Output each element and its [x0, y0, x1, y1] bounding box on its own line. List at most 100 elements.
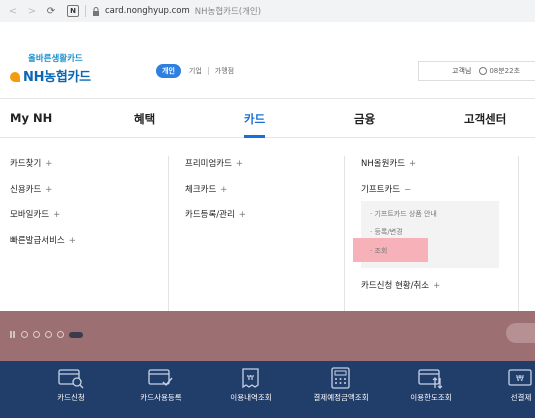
lock-icon [93, 6, 99, 16]
card-check-icon [148, 369, 173, 387]
plus-icon: + [45, 159, 53, 169]
quick-limit-inquiry[interactable]: 이용한도조회 [391, 367, 471, 403]
nav-active-indicator [244, 135, 265, 138]
plus-icon: + [409, 159, 417, 169]
slide-dot[interactable] [45, 331, 52, 338]
pause-icon[interactable] [10, 331, 15, 338]
plus-icon: + [68, 235, 76, 246]
tab-personal[interactable]: 개인 [156, 64, 181, 78]
quick-prepayment[interactable]: ₩ 선결제 [481, 367, 535, 403]
plus-icon: + [53, 210, 61, 220]
svg-text:₩: ₩ [516, 374, 524, 383]
site-header: 올바른생활카드 NH농협카드 개인 기업 가맹점 고객님 08분22초 [0, 44, 535, 94]
quick-label: 카드신청 [57, 393, 85, 402]
logo-brand: NH농협카드 [10, 66, 91, 85]
quick-card-register[interactable]: 카드사용등록 [121, 367, 201, 403]
submenu-label: 등록/변경 [374, 228, 403, 236]
slide-dot[interactable] [21, 331, 28, 338]
slide-dot-active[interactable] [69, 331, 83, 338]
nav-benefits[interactable]: 혜택 [134, 111, 155, 127]
menu-label: 체크카드 [185, 184, 217, 195]
menu-quick-issue[interactable]: 빠른발급서비스 + [10, 234, 76, 260]
menu-label: 모바일카드 [10, 210, 50, 220]
submenu-gift-card-info[interactable]: · 기프트카드 상품 안내 [370, 209, 437, 219]
menu-application-status[interactable]: 카드신청 현황/취소 + [361, 279, 440, 291]
plus-icon: + [45, 184, 53, 195]
quick-payment-due[interactable]: 결제예정금액조회 [301, 367, 381, 403]
slide-dot[interactable] [33, 331, 40, 338]
menu-mobile-card[interactable]: 모바일카드 + [10, 208, 76, 234]
reload-icon[interactable]: ⟳ [44, 4, 58, 18]
column-divider [518, 156, 519, 311]
highlight-box [353, 238, 428, 262]
menu-label: 카드등록/관리 [185, 210, 235, 220]
promo-banner [0, 311, 535, 361]
menu-check-card[interactable]: 체크카드 + [185, 183, 246, 209]
forward-icon[interactable]: > [25, 4, 39, 18]
session-timer: 08분22초 [489, 67, 521, 75]
menu-premium-card[interactable]: 프리미엄카드 + [185, 157, 246, 183]
card-limit-icon [418, 369, 443, 389]
menu-column-1: 카드찾기 + 신용카드 + 모바일카드 + 빠른발급서비스 + [10, 157, 76, 259]
slide-indicator [10, 331, 83, 338]
card-search-icon [58, 369, 84, 389]
nav-card[interactable]: 카드 [244, 111, 265, 127]
tab-divider [207, 67, 209, 75]
customer-name: 고객님 [452, 67, 472, 75]
menu-label: 신용카드 [10, 184, 42, 195]
quick-card-apply[interactable]: 카드신청 [31, 367, 111, 403]
svg-text:₩: ₩ [247, 374, 254, 382]
quick-label: 카드사용등록 [140, 393, 182, 402]
tab-merchant[interactable]: 가맹점 [215, 66, 234, 76]
quick-label: 이용내역조회 [230, 393, 272, 402]
menu-card-registration[interactable]: 카드등록/관리 + [185, 208, 246, 234]
banner-shape [506, 323, 535, 343]
quick-usage-history[interactable]: ₩ 이용내역조회 [211, 367, 291, 403]
session-box: 고객님 08분22초 [418, 61, 535, 81]
plus-icon: + [235, 159, 244, 169]
nav-finance[interactable]: 금융 [354, 111, 375, 127]
receipt-icon: ₩ [242, 368, 259, 389]
card-mega-menu: 카드찾기 + 신용카드 + 모바일카드 + 빠른발급서비스 + 프리미엄카드 + 체크카드… [0, 139, 535, 311]
menu-nh-allone-card[interactable]: NH올원카드 + [361, 157, 416, 183]
clock-icon [479, 67, 488, 75]
quick-label: 선결제 [510, 393, 532, 402]
menu-credit-card[interactable]: 신용카드 + [10, 183, 76, 209]
menu-label: 카드찾기 [10, 159, 42, 169]
browser-toolbar: < > ⟳ N card.nonghyup.com NH농협카드(개인) [0, 0, 535, 22]
quick-menu: 카드신청 카드사용등록 ₩ 이용내역조회 결제예정금액조회 이용한도조회 ₩ 선… [0, 361, 535, 418]
menu-card-search[interactable]: 카드찾기 + [10, 157, 76, 183]
quick-label: 결제예정금액조회 [313, 393, 369, 402]
logo-slogan: 올바른생활카드 [28, 54, 83, 64]
logo-brand-text: NH농협카드 [23, 70, 91, 85]
menu-label: 프리미엄카드 [185, 159, 232, 169]
submenu-register-change[interactable]: · 등록/변경 [370, 227, 403, 237]
menu-column-2: 프리미엄카드 + 체크카드 + 카드등록/관리 + [185, 157, 246, 234]
nav-my-nh[interactable]: My NH [10, 111, 52, 125]
submenu-label: 조회 [374, 247, 388, 255]
submenu-inquiry[interactable]: · 조회 [370, 246, 387, 256]
nav-customer-center[interactable]: 고객센터 [464, 111, 506, 127]
site-badge-icon: N [67, 5, 79, 17]
column-divider [168, 156, 169, 311]
v-mark-icon [10, 72, 20, 82]
toolbar-divider [85, 5, 86, 17]
customer-type-tabs: 개인 기업 가맹점 [156, 64, 234, 78]
logo[interactable]: 올바른생활카드 NH농협카드 [10, 52, 110, 92]
back-icon[interactable]: < [6, 4, 20, 18]
tab-business[interactable]: 기업 [189, 66, 202, 76]
gift-card-submenu: · 기프트카드 상품 안내 · 등록/변경 · 조회 [353, 201, 499, 268]
menu-label: 카드신청 현황/취소 [361, 281, 430, 291]
page-title: NH농협카드(개인) [194, 7, 262, 17]
slide-dot[interactable] [57, 331, 64, 338]
menu-label: 빠른발급서비스 [10, 235, 65, 246]
main-nav: My NH 혜택 카드 금융 고객센터 [0, 98, 535, 138]
plus-icon: + [238, 210, 246, 220]
calculator-icon [331, 367, 350, 389]
menu-label: NH올원카드 [361, 159, 406, 169]
minus-icon: − [404, 184, 412, 195]
url-text[interactable]: card.nonghyup.com [105, 6, 190, 16]
menu-label: 기프트카드 [361, 184, 401, 195]
quick-label: 이용한도조회 [410, 393, 452, 402]
plus-icon: + [220, 184, 228, 195]
